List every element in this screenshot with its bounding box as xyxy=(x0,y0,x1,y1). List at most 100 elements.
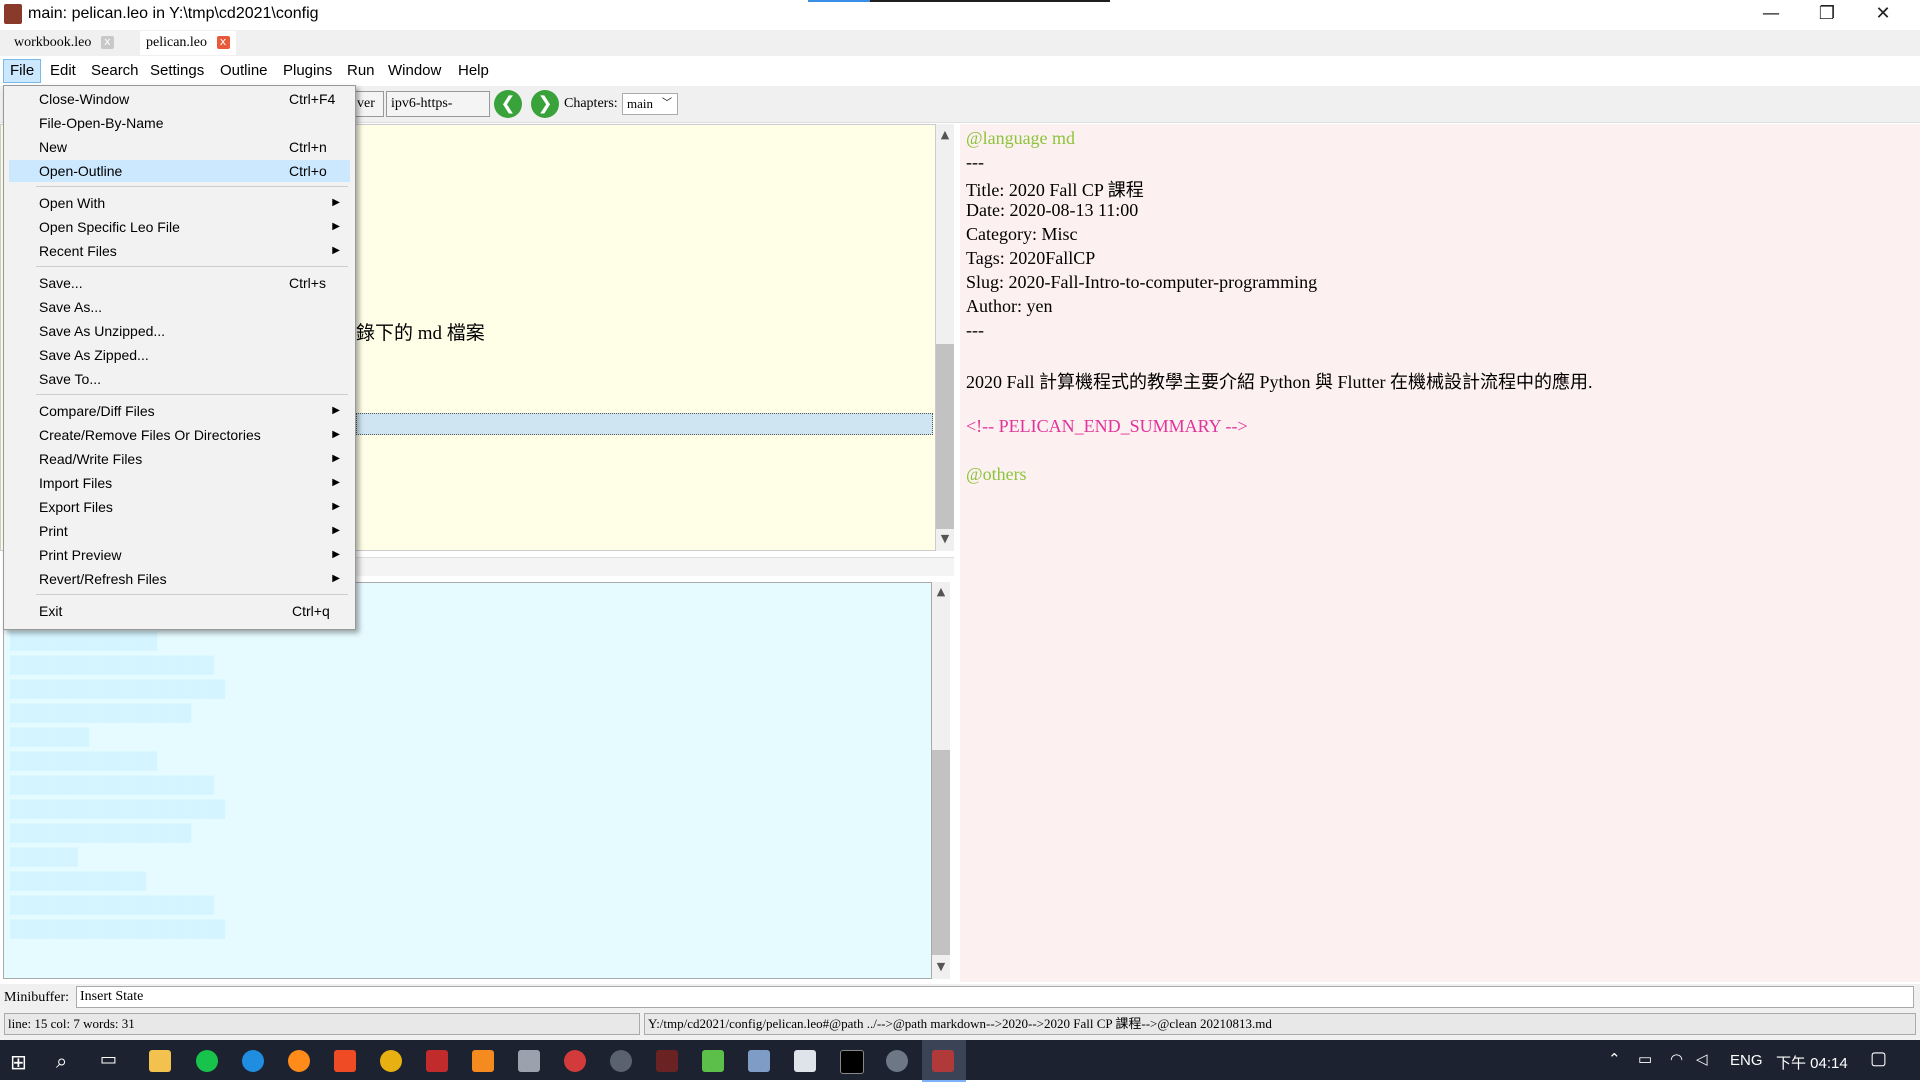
tab-close-icon[interactable]: x xyxy=(100,36,114,50)
menu-plugins[interactable]: Plugins xyxy=(277,59,338,83)
menu-item-label: Save As... xyxy=(39,299,103,315)
scroll-down-icon[interactable]: ▼ xyxy=(936,530,954,548)
menu-item-create-remove-files[interactable]: Create/Remove Files Or Directories ▶ xyxy=(9,424,350,446)
menu-item-print-preview[interactable]: Print Preview ▶ xyxy=(9,544,350,566)
back-arrow-icon[interactable]: ❮ xyxy=(494,90,522,118)
outline-scroll-thumb[interactable] xyxy=(936,344,954,529)
body-editor[interactable] xyxy=(960,124,1920,982)
menu-item-exit[interactable]: Exit Ctrl+q xyxy=(9,600,350,622)
menu-item-open-outline[interactable]: Open-Outline Ctrl+o xyxy=(9,160,350,182)
app-icon[interactable] xyxy=(518,1050,540,1072)
battery-icon[interactable]: ▭ xyxy=(1638,1050,1652,1068)
app-icon[interactable] xyxy=(748,1050,770,1072)
menu-item-file-open-by-name[interactable]: File-Open-By-Name xyxy=(9,112,350,134)
app-icon[interactable] xyxy=(656,1050,678,1072)
terminal-icon[interactable] xyxy=(840,1050,864,1074)
app-icon[interactable] xyxy=(564,1050,586,1072)
menu-item-import-files[interactable]: Import Files ▶ xyxy=(9,472,350,494)
menu-item-shortcut: Ctrl+s xyxy=(289,275,326,291)
toolbar-button-ipv6-https-server[interactable]: ipv6-https-server xyxy=(386,91,490,135)
brave-browser-icon[interactable] xyxy=(334,1050,356,1072)
firefox-icon[interactable] xyxy=(288,1050,310,1072)
chevron-up-icon[interactable]: ⌃ xyxy=(1608,1050,1621,1068)
app-icon[interactable] xyxy=(472,1050,494,1072)
file-explorer-icon[interactable] xyxy=(149,1050,171,1072)
tab-close-icon[interactable]: x xyxy=(216,36,230,50)
body-line[interactable]: --- xyxy=(966,320,984,341)
body-line[interactable]: 2020 Fall 計算機程式的教學主要介紹 Python 與 Flutter … xyxy=(966,368,1593,394)
menu-run[interactable]: Run xyxy=(341,59,381,83)
menu-item-shortcut: Ctrl+q xyxy=(292,603,330,619)
minibuffer-input[interactable]: Insert State xyxy=(76,986,1914,1008)
menu-item-open-with[interactable]: Open With ▶ xyxy=(9,192,350,214)
menu-item-save-to[interactable]: Save To... xyxy=(9,368,350,390)
scroll-up-icon[interactable]: ▲ xyxy=(932,583,950,601)
log-scroll-thumb[interactable] xyxy=(932,750,950,955)
scroll-down-icon[interactable]: ▼ xyxy=(932,958,950,976)
body-line[interactable]: Title: 2020 Fall CP 課程 xyxy=(966,176,1144,202)
outline-selected-node[interactable] xyxy=(356,413,933,435)
restore-button[interactable]: ❐ xyxy=(1799,0,1855,30)
acrobat-icon[interactable] xyxy=(426,1050,448,1072)
body-line[interactable]: <!-- PELICAN_END_SUMMARY --> xyxy=(966,416,1248,437)
menu-item-recent-files[interactable]: Recent Files ▶ xyxy=(9,240,350,262)
menu-edit[interactable]: Edit xyxy=(44,59,82,83)
menu-search[interactable]: Search xyxy=(85,59,145,83)
menu-help[interactable]: Help xyxy=(452,59,495,83)
app-icon[interactable] xyxy=(794,1050,816,1072)
clock[interactable]: 下午 04:14 xyxy=(1776,1052,1848,1073)
log-pane[interactable]: █████████████ ██████████████████ ███████… xyxy=(3,582,932,979)
menu-item-save[interactable]: Save... Ctrl+s xyxy=(9,272,350,294)
tab-strip xyxy=(356,557,954,576)
windows-start-icon[interactable]: ⊞ xyxy=(10,1050,27,1074)
body-line[interactable]: Author: yen xyxy=(966,296,1052,317)
forward-arrow-icon[interactable]: ❯ xyxy=(531,90,559,118)
toolbar-button-server[interactable]: ver xyxy=(352,91,384,117)
menu-window[interactable]: Window xyxy=(382,59,447,83)
menu-item-read-write-files[interactable]: Read/Write Files ▶ xyxy=(9,448,350,470)
menu-item-close-window[interactable]: Close-Window Ctrl+F4 xyxy=(9,88,350,110)
menu-item-save-as-zipped[interactable]: Save As Zipped... xyxy=(9,344,350,366)
language-indicator[interactable]: ENG xyxy=(1730,1052,1763,1069)
tab-pelican[interactable]: pelican.leo x xyxy=(140,31,236,55)
menu-settings[interactable]: Settings xyxy=(144,59,210,83)
menu-item-label: Open Specific Leo File xyxy=(39,219,180,235)
body-line[interactable]: Tags: 2020FallCP xyxy=(966,248,1095,269)
chapters-select[interactable]: main ﹀ xyxy=(622,93,678,115)
outline-node-text[interactable]: 錄下的 md 檔案 xyxy=(356,318,485,345)
wifi-icon[interactable]: ◠ xyxy=(1670,1050,1683,1068)
menu-item-save-as-unzipped[interactable]: Save As Unzipped... xyxy=(9,320,350,342)
status-node-path: Y:/tmp/cd2021/config/pelican.leo#@path .… xyxy=(644,1013,1916,1035)
menu-file[interactable]: File xyxy=(3,59,42,83)
line-app-icon[interactable] xyxy=(196,1050,218,1072)
app-icon[interactable] xyxy=(702,1050,724,1072)
menu-item-save-as[interactable]: Save As... xyxy=(9,296,350,318)
body-line[interactable]: Slug: 2020-Fall-Intro-to-computer-progra… xyxy=(966,272,1317,293)
app-icon[interactable] xyxy=(886,1050,908,1072)
notification-icon[interactable]: ▢ xyxy=(1870,1048,1887,1069)
menu-item-open-specific-leo-file[interactable]: Open Specific Leo File ▶ xyxy=(9,216,350,238)
menu-outline[interactable]: Outline xyxy=(214,59,274,83)
scroll-up-icon[interactable]: ▲ xyxy=(936,126,954,144)
body-line[interactable]: @language md xyxy=(966,128,1075,149)
chrome-icon[interactable] xyxy=(380,1050,402,1072)
minimize-button[interactable]: — xyxy=(1743,0,1799,30)
log-line: ████████████████ xyxy=(10,705,192,722)
task-view-icon[interactable]: ▭ xyxy=(100,1049,117,1070)
menu-item-new[interactable]: New Ctrl+n xyxy=(9,136,350,158)
menu-item-compare-diff-files[interactable]: Compare/Diff Files ▶ xyxy=(9,400,350,422)
menu-item-export-files[interactable]: Export Files ▶ xyxy=(9,496,350,518)
tab-workbook[interactable]: workbook.leo x xyxy=(8,31,120,55)
body-line[interactable]: @others xyxy=(966,464,1027,485)
menu-item-label: Create/Remove Files Or Directories xyxy=(39,427,261,443)
menu-item-print[interactable]: Print ▶ xyxy=(9,520,350,542)
menu-item-revert-refresh-files[interactable]: Revert/Refresh Files ▶ xyxy=(9,568,350,590)
volume-icon[interactable]: ◁ xyxy=(1696,1050,1708,1068)
body-line[interactable]: Category: Misc xyxy=(966,224,1077,245)
body-line[interactable]: --- xyxy=(966,152,984,173)
obs-icon[interactable] xyxy=(610,1050,632,1072)
search-icon[interactable]: ⌕ xyxy=(56,1049,67,1073)
edge-browser-icon[interactable] xyxy=(242,1050,264,1072)
close-window-button[interactable]: ✕ xyxy=(1855,0,1911,30)
body-line[interactable]: Date: 2020-08-13 11:00 xyxy=(966,200,1138,221)
